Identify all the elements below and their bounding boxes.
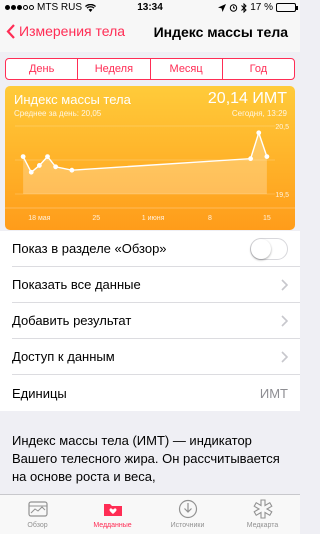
data-point <box>256 130 262 136</box>
page-title: Индекс массы тела <box>153 24 288 40</box>
show-on-dashboard-row: Показ в разделе «Обзор» <box>12 231 300 267</box>
tab-dashboard[interactable]: Обзор <box>0 495 75 534</box>
unit-label: Единицы <box>12 385 67 401</box>
unit-row[interactable]: Единицы ИМТ <box>12 375 300 411</box>
chart-current-value: 20,14 ИМТ <box>207 90 287 107</box>
chart-subtitle: Среднее за день: 20,05 <box>14 109 102 118</box>
data-point <box>264 154 270 159</box>
show-all-data-label: Показать все данные <box>12 277 141 292</box>
health-data-icon <box>103 504 122 516</box>
status-bar: MTS RUS 13:34 17 % <box>0 0 300 16</box>
data-point <box>28 169 34 175</box>
y-tick-label: 19,5 <box>275 192 289 199</box>
series-area <box>23 132 267 194</box>
chevron-left-icon <box>6 23 15 39</box>
bmi-options-list: Показ в разделе «Обзор» Показать все дан… <box>0 231 300 411</box>
x-tick-label: 1 июня <box>142 215 165 222</box>
segment-year[interactable]: Год <box>223 59 294 79</box>
x-tick-label: 8 <box>208 215 212 222</box>
tab-sources-label: Источники <box>170 522 205 529</box>
unit-value: ИМТ <box>259 385 288 401</box>
battery-icon <box>276 3 298 12</box>
chart-today-label: Сегодня, 13:29 <box>231 109 287 118</box>
segment-month[interactable]: Месяц <box>151 59 223 79</box>
y-tick-label: 20,5 <box>275 124 289 131</box>
data-access-row[interactable]: Доступ к данным <box>12 339 300 375</box>
navigation-bar: Измерения тела Индекс массы тела <box>0 16 300 52</box>
status-indicators: 17 % <box>218 2 298 13</box>
bmi-chart[interactable]: 20,5 19,5 18 мая 25 1 июня 8 15 Индекс массы т… <box>5 86 295 230</box>
tab-health-data-label: Медданные <box>93 522 132 529</box>
x-tick-label: 25 <box>92 215 100 222</box>
data-point <box>69 167 75 173</box>
toggle-knob <box>251 239 271 259</box>
tab-health-data[interactable]: Медданные <box>75 495 150 534</box>
location-arrow-icon <box>218 3 227 12</box>
battery-percent: 17 % <box>250 2 273 13</box>
data-point <box>248 156 254 162</box>
chevron-right-icon <box>281 279 288 291</box>
add-data-point-label: Добавить результат <box>12 313 132 328</box>
chevron-right-icon <box>281 351 288 363</box>
x-tick-label: 15 <box>263 215 271 222</box>
tab-medical-id-label: Медкарта <box>246 522 279 529</box>
bmi-description: Индекс массы тела (ИМТ) — индикатор Ваше… <box>12 433 280 484</box>
tab-dashboard-label: Обзор <box>27 522 48 529</box>
tab-bar: Обзор Медданные Источники Медкарта <box>0 494 300 534</box>
back-button[interactable]: Измерения тела <box>6 23 125 39</box>
data-point <box>36 163 42 168</box>
data-point <box>20 154 26 159</box>
back-button-label: Измерения тела <box>19 23 126 39</box>
data-access-label: Доступ к данным <box>12 349 115 364</box>
sources-icon <box>178 499 197 519</box>
medical-id-icon <box>252 499 273 519</box>
segment-week[interactable]: Неделя <box>78 59 151 79</box>
add-data-point-row[interactable]: Добавить результат <box>12 303 300 339</box>
alarm-clock-icon <box>230 4 238 12</box>
data-point <box>53 164 59 170</box>
period-segmented-control: День Неделя Месяц Год <box>5 58 295 80</box>
x-tick-label: 18 мая <box>28 215 50 222</box>
chart-title: Индекс массы тела <box>14 92 131 107</box>
bluetooth-icon <box>241 2 247 13</box>
show-on-dashboard-toggle[interactable] <box>250 238 288 260</box>
tab-medical-id[interactable]: Медкарта <box>225 495 300 534</box>
show-on-dashboard-label: Показ в разделе «Обзор» <box>12 241 167 256</box>
chevron-right-icon <box>281 315 288 327</box>
data-point <box>45 154 50 159</box>
dashboard-icon <box>27 501 48 517</box>
show-all-data-row[interactable]: Показать все данные <box>12 267 300 303</box>
tab-sources[interactable]: Источники <box>150 495 225 534</box>
segment-day[interactable]: День <box>6 59 79 79</box>
